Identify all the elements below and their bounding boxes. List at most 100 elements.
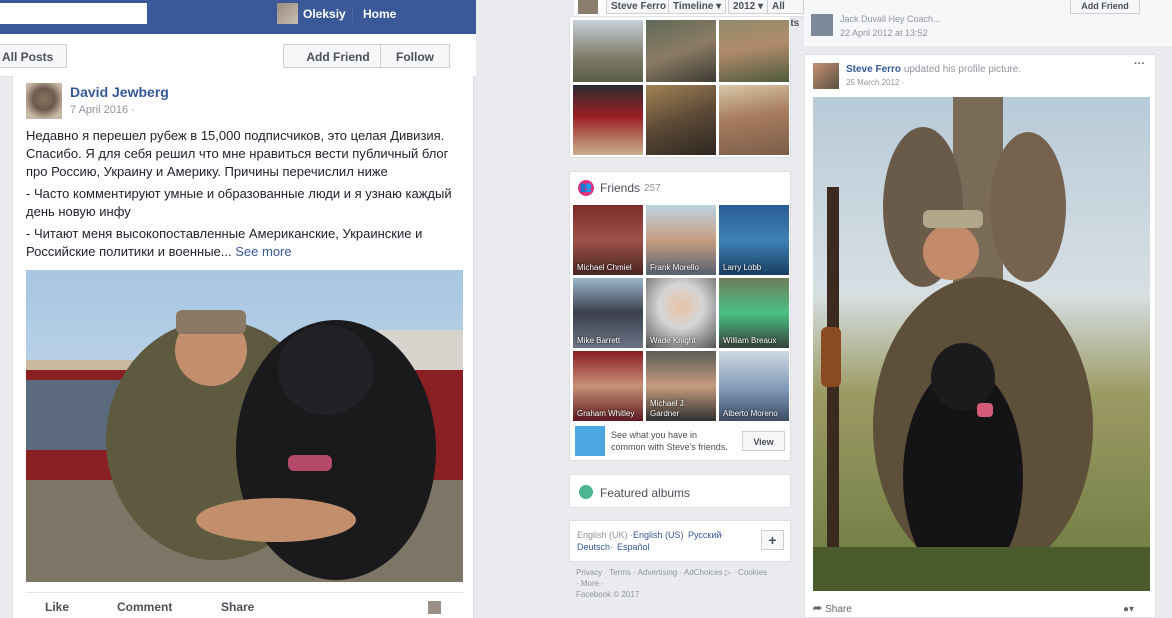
avatar[interactable] [813, 63, 839, 89]
common-friends-icon [575, 426, 605, 456]
divider [26, 592, 463, 593]
profile-picture-post: Steve Ferro updated his profile picture.… [804, 54, 1156, 618]
post-text: Недавно я перешел рубеж в 15,000 подписч… [26, 127, 462, 261]
timeline-dropdown[interactable]: Timeline ▾ [668, 0, 727, 14]
friend-tile[interactable]: William Breaux [719, 278, 789, 348]
chevron-down-icon: ▾ [1129, 604, 1135, 615]
previous-post-date: 22 April 2012 at 13:52 [840, 28, 928, 38]
friend-tile[interactable]: Alberto Moreno [719, 351, 789, 421]
friend-tile[interactable]: Larry Lobb [719, 205, 789, 275]
language-option[interactable]: Русский [688, 530, 721, 540]
middle-window: Steve Ferro Timeline ▾ 2012 ▾ All Posts … [476, 0, 805, 618]
profile-name-link[interactable]: Oleksiy [303, 7, 346, 21]
language-panel: English (UK) · English (US) · Русский · … [569, 520, 791, 562]
share-action[interactable]: ⮫ Share [813, 604, 852, 615]
year-label: 2012 [733, 1, 756, 12]
add-friend-label: Add Friend [1081, 1, 1129, 11]
right-window: Jack Duvall Hey Coach... 22 April 2012 a… [804, 0, 1172, 618]
post-paragraph-last: - Читают меня высокопоставленные Америка… [26, 225, 462, 261]
footer-link[interactable]: Advertising [638, 568, 678, 577]
albums-icon [579, 485, 593, 499]
language-option[interactable]: English (US) [633, 530, 684, 540]
see-more-link[interactable]: See more [235, 244, 291, 259]
featured-albums-panel: Featured albums [569, 474, 791, 508]
add-friend-button[interactable]: Add Friend [283, 44, 381, 68]
photos-panel [569, 16, 791, 158]
chevron-down-icon: ▾ [758, 1, 764, 12]
photo-thumbnail[interactable] [646, 85, 716, 155]
friend-name: Frank Morello [650, 263, 699, 272]
all-posts-dropdown[interactable]: All Posts ▾ [767, 0, 805, 46]
author-avatar[interactable] [26, 83, 62, 119]
add-friend-button[interactable]: Add Friend [1070, 0, 1140, 14]
friend-name: Graham Whitley [577, 409, 635, 418]
year-dropdown[interactable]: 2012 ▾ [728, 0, 769, 14]
view-button[interactable]: View [742, 431, 785, 451]
avatar[interactable] [428, 601, 441, 614]
post-header-line: Steve Ferro updated his profile picture. [846, 64, 1021, 75]
friend-tile[interactable]: Michael Chmiel [573, 205, 643, 275]
chevron-down-icon: ▾ [716, 1, 722, 12]
current-language: English (UK) · [577, 530, 634, 540]
follow-button[interactable]: Follow [380, 44, 450, 68]
language-option[interactable]: Deutsch [577, 542, 610, 552]
avatar[interactable] [811, 14, 833, 36]
post-author-name[interactable]: David Jewberg [70, 84, 169, 100]
timeline-label: Timeline [673, 1, 714, 12]
add-language-button[interactable]: + [761, 530, 784, 550]
search-input[interactable] [0, 3, 147, 24]
audience-selector[interactable]: ●▾ [1123, 604, 1134, 615]
friend-name: Wade Knight [650, 336, 696, 345]
post-date[interactable]: 25 March 2012 · [846, 78, 904, 87]
language-option[interactable]: Español [617, 542, 650, 552]
copyright: Facebook © 2017 [576, 590, 640, 599]
avatar[interactable] [277, 3, 298, 24]
featured-albums-title[interactable]: Featured albums [600, 486, 690, 500]
photo-thumbnail[interactable] [719, 85, 789, 155]
top-navigation-bar: Oleksiy Home [0, 0, 476, 34]
like-button[interactable]: Like [45, 600, 69, 614]
friend-tile[interactable]: Wade Knight [646, 278, 716, 348]
photo-thumbnail[interactable] [646, 20, 716, 82]
post-photo[interactable] [26, 270, 463, 582]
profile-action-bar: All Posts Add Friend Follow [0, 34, 476, 77]
avatar[interactable] [578, 0, 598, 14]
footer-link[interactable]: Privacy [576, 568, 602, 577]
share-button[interactable]: Share [221, 600, 254, 614]
add-friend-label: Add Friend [306, 50, 370, 64]
footer-link[interactable]: Terms [609, 568, 631, 577]
post-date[interactable]: 7 April 2016 · [70, 104, 135, 116]
friend-name: Alberto Moreno [723, 409, 778, 418]
all-posts-button[interactable]: All Posts [0, 44, 67, 68]
friend-name: Larry Lobb [723, 263, 762, 272]
friend-name: Mike Barrett [577, 336, 621, 345]
home-link[interactable]: Home [363, 7, 396, 21]
photo-thumbnail[interactable] [573, 20, 643, 82]
comment-button[interactable]: Comment [117, 600, 172, 614]
adchoices-icon: ▷ [724, 568, 731, 577]
friend-tile[interactable]: Graham Whitley [573, 351, 643, 421]
divider [352, 6, 353, 22]
profile-picture[interactable] [813, 97, 1150, 591]
footer-link[interactable]: Cookies [738, 568, 767, 577]
footer-link[interactable]: More [581, 579, 599, 588]
post-card: David Jewberg 7 April 2016 · Недавно я п… [12, 76, 474, 618]
post-paragraph: Недавно я перешел рубеж в 15,000 подписч… [26, 128, 449, 179]
friend-tile[interactable]: Michael J. Gardner [646, 351, 716, 421]
friend-name: Michael J. Gardner [650, 399, 687, 418]
more-options-icon[interactable]: ··· [1134, 58, 1145, 70]
previous-post-author: Jack Duvall Hey Coach... [840, 14, 941, 24]
share-label: Share [825, 604, 852, 615]
post-author-name[interactable]: Steve Ferro [846, 64, 901, 75]
friends-panel: 👥 Friends 257 Michael Chmiel Frank Morel… [569, 171, 791, 461]
photo-thumbnail[interactable] [719, 20, 789, 82]
friends-title[interactable]: Friends [600, 181, 640, 195]
friend-tile[interactable]: Mike Barrett [573, 278, 643, 348]
footer-link[interactable]: AdChoices [684, 568, 723, 577]
friends-count: 257 [644, 183, 661, 194]
photo-thumbnail[interactable] [573, 85, 643, 155]
profile-name-button[interactable]: Steve Ferro [606, 0, 672, 14]
friend-tile[interactable]: Frank Morello [646, 205, 716, 275]
share-icon: ⮫ [813, 604, 823, 615]
common-friends-text: See what you have in common with Steve's… [611, 430, 728, 452]
